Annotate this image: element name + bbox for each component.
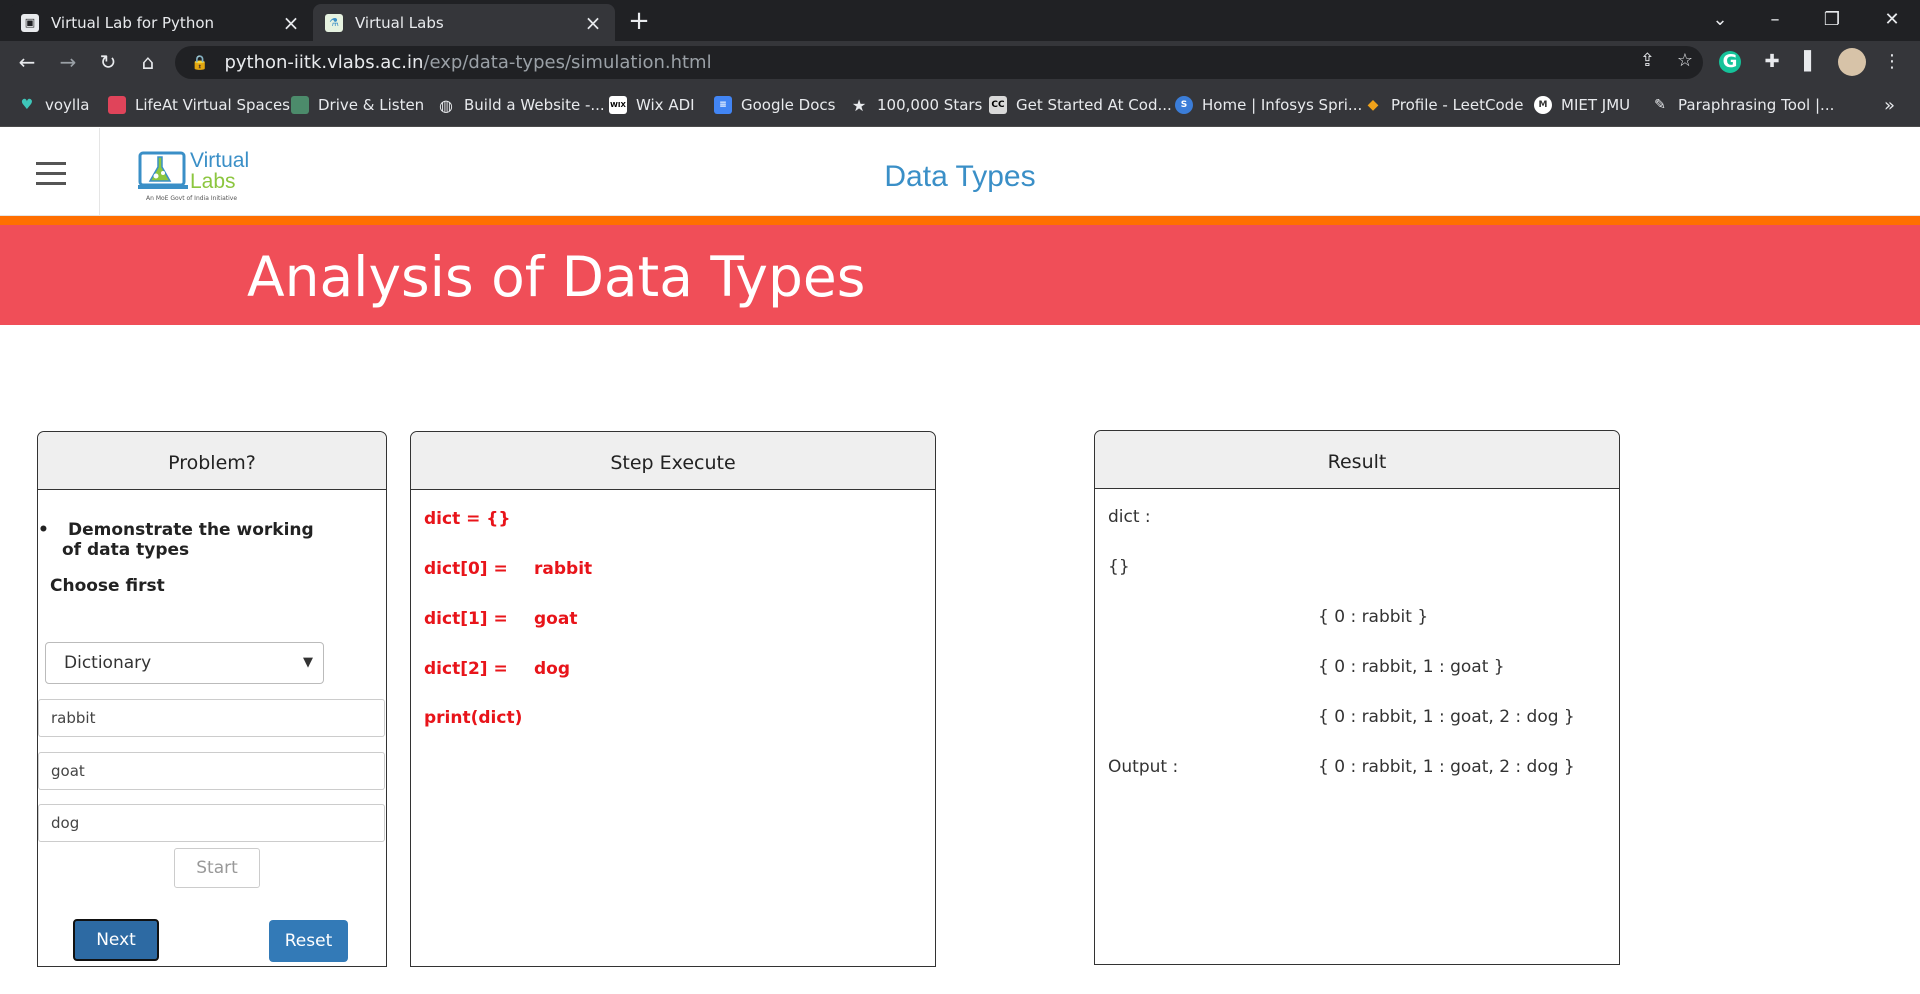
next-button[interactable]: Next [73, 919, 159, 961]
star-icon: ★ [851, 95, 867, 115]
code-line-1: dict = {} [424, 509, 511, 529]
miet-icon: M [1534, 96, 1552, 114]
code-value-4: dog [534, 659, 571, 679]
bullet-icon: • [38, 520, 49, 540]
chevron-down-icon: ▼ [303, 655, 313, 670]
url-path: /exp/data-types/simulation.html [423, 52, 712, 73]
back-icon[interactable]: ← [12, 47, 42, 77]
tab-strip: ▣ Virtual Lab for Python × ⚗ Virtual Lab… [0, 0, 1920, 41]
code-line-5: print(dict) [424, 708, 523, 728]
lifeat-icon [108, 96, 126, 114]
problem-bullet-text: Demonstrate the working of data types [62, 520, 314, 560]
window-close-button[interactable]: ✕ [1872, 0, 1912, 41]
result-value-3: { 0 : rabbit, 1 : goat, 2 : dog } [1318, 707, 1575, 727]
drive-listen-icon [291, 96, 309, 114]
wix-icon: WIX [609, 96, 627, 114]
selected-type: Dictionary [64, 653, 152, 673]
problem-heading: Problem? [38, 432, 386, 490]
page-icon: ▣ [21, 13, 39, 32]
lock-icon[interactable]: 🔒 [191, 55, 208, 71]
bookmark-star-icon[interactable]: ☆ [1677, 50, 1693, 71]
problem-panel: Problem? • Demonstrate the working of da… [37, 431, 387, 967]
step-execute-panel: Step Execute dict = {} dict[0] = rabbit … [410, 431, 936, 967]
experiment-title: Analysis of Data Types [247, 245, 866, 309]
accent-bar [0, 216, 1920, 225]
start-button[interactable]: Start [174, 848, 260, 888]
new-tab-button[interactable]: + [624, 6, 654, 36]
forward-icon[interactable]: → [53, 47, 83, 77]
tab-virtual-lab-python[interactable]: ▣ Virtual Lab for Python × [9, 4, 313, 41]
home-icon[interactable]: ⌂ [133, 47, 163, 77]
close-icon[interactable]: × [281, 11, 301, 35]
bookmark-paraphrasing-tool[interactable]: ✎ Paraphrasing Tool |... [1651, 94, 1834, 116]
reload-icon[interactable]: ↻ [93, 47, 123, 77]
bookmark-drive-listen[interactable]: Drive & Listen [291, 94, 424, 116]
page-title: Data Types [884, 160, 1036, 193]
bookmark-lifeat[interactable]: LifeAt Virtual Spaces [108, 94, 290, 116]
choose-first-label: Choose first [50, 576, 165, 596]
leetcode-icon: ◆ [1367, 97, 1379, 113]
tab-title: Virtual Labs [355, 13, 444, 32]
bookmark-voylla[interactable]: ♥ voylla [18, 94, 90, 116]
result-output-label: Output : [1108, 757, 1179, 777]
address-bar[interactable]: 🔒 python-iitk.vlabs.ac.in/exp/data-types… [175, 46, 1703, 79]
infosys-icon: S [1175, 96, 1193, 114]
result-value-2: { 0 : rabbit, 1 : goat } [1318, 657, 1505, 677]
bookmarks-overflow-icon[interactable]: » [1884, 94, 1895, 116]
site-header: Virtual Labs An MoE Govt of India Initia… [0, 128, 1920, 216]
result-label-dict: dict : [1108, 507, 1151, 527]
data-type-select[interactable]: Dictionary ▼ [45, 642, 324, 684]
minimize-button[interactable]: – [1755, 0, 1795, 41]
logo-tagline: An MoE Govt of India Initiative [146, 195, 238, 202]
grammarly-icon[interactable]: G [1719, 51, 1741, 73]
bookmark-google-docs[interactable]: ≡ Google Docs [714, 94, 835, 116]
url-host: python-iitk.vlabs.ac.in [224, 52, 424, 73]
share-icon[interactable]: ⇪ [1640, 50, 1655, 71]
result-panel: Result dict : {} { 0 : rabbit } { 0 : ra… [1094, 430, 1620, 965]
code-line-3: dict[1] = [424, 609, 508, 629]
code-value-3: goat [534, 609, 578, 629]
value-input-2[interactable]: goat [38, 752, 385, 790]
experiment-banner: Analysis of Data Types [0, 225, 1920, 325]
bookmark-wix-adi[interactable]: WIX Wix ADI [609, 94, 695, 116]
close-icon[interactable]: × [583, 11, 603, 35]
result-heading: Result [1095, 431, 1619, 489]
docs-icon: ≡ [714, 96, 732, 114]
code-line-4: dict[2] = [424, 659, 508, 679]
bookmark-leetcode[interactable]: ◆ Profile - LeetCode [1364, 94, 1524, 116]
avatar[interactable] [1838, 48, 1866, 76]
menu-icon[interactable]: ⋮ [1878, 48, 1906, 76]
tab-virtual-labs[interactable]: ⚗ Virtual Labs × [313, 4, 615, 41]
globe-icon: ◍ [439, 95, 453, 115]
tab-title: Virtual Lab for Python [51, 13, 215, 32]
bookmark-build-website[interactable]: ◍ Build a Website -... [437, 94, 605, 116]
reset-button[interactable]: Reset [269, 920, 348, 962]
voylla-icon: ♥ [20, 97, 34, 113]
bookmark-miet-jmu[interactable]: M MIET JMU [1534, 94, 1630, 116]
extensions-icon[interactable]: ✚ [1758, 48, 1786, 76]
problem-description: • Demonstrate the working of data types [38, 520, 316, 560]
tab-search-icon[interactable]: ⌄ [1700, 0, 1740, 41]
quill-icon: ✎ [1654, 97, 1666, 113]
step-execute-heading: Step Execute [411, 432, 935, 490]
bookmark-infosys[interactable]: S Home | Infosys Spri... [1175, 94, 1362, 116]
bookmark-100000-stars[interactable]: ★ 100,000 Stars [850, 94, 983, 116]
value-input-1[interactable]: rabbit [38, 699, 385, 737]
side-panel-icon[interactable]: ▌ [1797, 48, 1825, 76]
code-value-2: rabbit [534, 559, 593, 579]
restore-button[interactable]: ❐ [1812, 0, 1852, 41]
browser-toolbar: ← → ↻ ⌂ 🔒 python-iitk.vlabs.ac.in/exp/da… [0, 41, 1920, 84]
code-line-2: dict[0] = [424, 559, 508, 579]
value-input-3[interactable]: dog [38, 804, 385, 842]
vlabs-favicon-icon: ⚗ [325, 13, 343, 32]
cc-icon: CC [989, 96, 1007, 114]
bookmark-codecademy[interactable]: CC Get Started At Cod... [989, 94, 1172, 116]
bookmarks-bar: ♥ voylla LifeAt Virtual Spaces Drive & Li… [0, 84, 1920, 127]
result-label-empty: {} [1108, 557, 1130, 577]
result-value-1: { 0 : rabbit } [1318, 607, 1429, 627]
result-output-value: { 0 : rabbit, 1 : goat, 2 : dog } [1318, 757, 1575, 777]
